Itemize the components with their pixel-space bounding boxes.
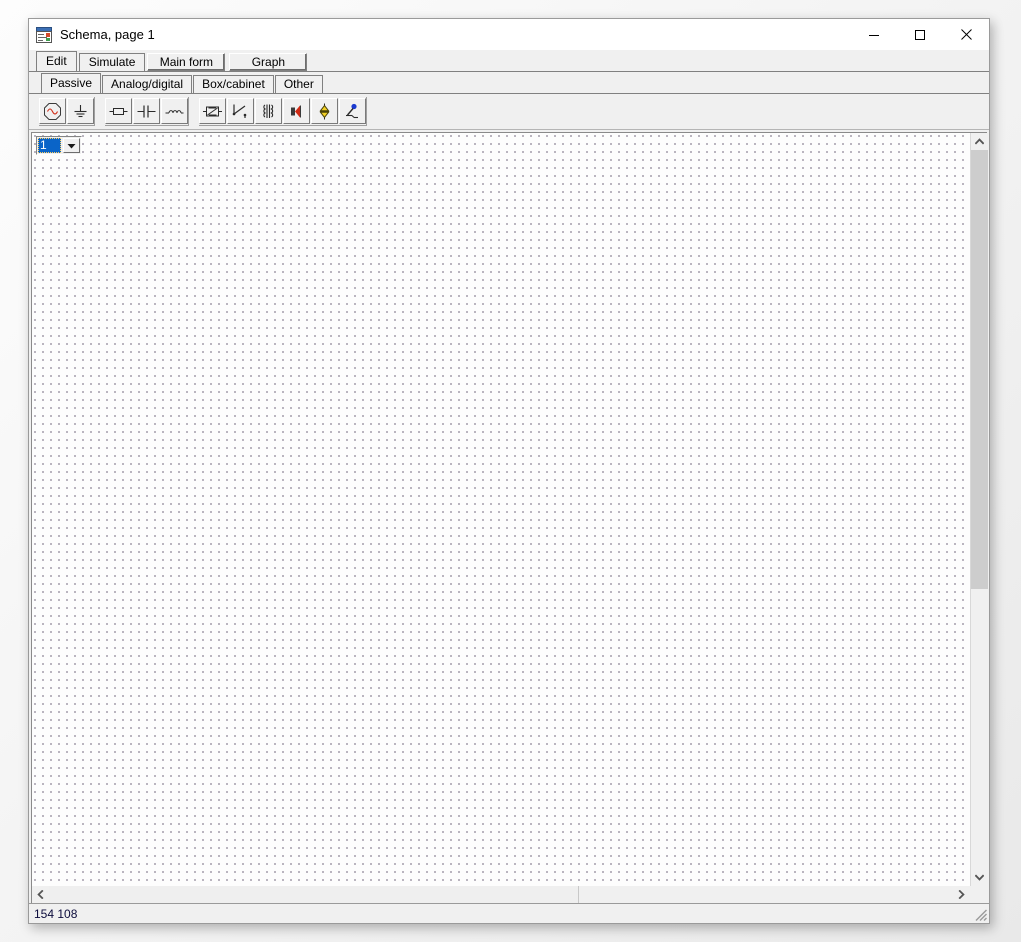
title-bar: Schema, page 1 — [29, 19, 989, 50]
tab-edit[interactable]: Edit — [36, 51, 77, 71]
canvas-wrap: 1 — [31, 132, 987, 886]
horizontal-scrollbar[interactable] — [32, 886, 970, 903]
ac-source-icon[interactable] — [39, 98, 66, 124]
vertical-scrollbar[interactable] — [970, 133, 987, 886]
close-icon[interactable] — [943, 19, 989, 50]
main-form-button-label: Main form — [160, 55, 213, 69]
chevron-left-icon[interactable] — [32, 886, 49, 903]
devices-group — [199, 97, 367, 126]
tab-box-cabinet[interactable]: Box/cabinet — [193, 75, 274, 93]
tab-simulate[interactable]: Simulate — [79, 53, 146, 71]
schematic-icon — [36, 27, 52, 43]
speaker-icon[interactable] — [283, 98, 310, 124]
horizontal-scrollbar-row — [31, 886, 987, 903]
tab-strips: Edit Simulate Main form Graph Passive — [29, 50, 989, 94]
lamp-icon[interactable] — [311, 98, 338, 124]
passive-components-group — [105, 97, 189, 126]
tab-passive[interactable]: Passive — [41, 73, 101, 93]
window-title: Schema, page 1 — [60, 19, 851, 50]
tab-analog-digital-label: Analog/digital — [111, 77, 183, 91]
tab-passive-label: Passive — [50, 76, 92, 90]
horizontal-scroll-thumb[interactable] — [49, 886, 579, 903]
schematic-canvas[interactable]: 1 — [32, 133, 970, 886]
application-window: Schema, page 1 Edit Simulate — [28, 18, 990, 924]
window-controls — [851, 19, 989, 50]
ground-icon[interactable] — [67, 98, 94, 124]
graph-button-label: Graph — [252, 55, 285, 69]
screenshot-root: Schema, page 1 Edit Simulate — [0, 0, 1021, 942]
tab-simulate-label: Simulate — [89, 55, 136, 69]
transformer-icon[interactable] — [255, 98, 282, 124]
primary-tab-separator — [29, 71, 989, 72]
vertical-scroll-thumb[interactable] — [971, 150, 988, 589]
probe-icon[interactable] — [339, 98, 366, 124]
scrollbar-corner — [970, 886, 987, 903]
tab-box-cabinet-label: Box/cabinet — [202, 77, 265, 91]
minimize-icon[interactable] — [851, 19, 897, 50]
tab-other[interactable]: Other — [275, 75, 323, 93]
chevron-down-icon[interactable] — [63, 138, 80, 153]
vertical-scroll-track[interactable] — [971, 150, 987, 869]
component-toolbar — [29, 94, 989, 130]
horizontal-scroll-track[interactable] — [49, 886, 953, 903]
sources-group — [39, 97, 95, 126]
page-select-value[interactable]: 1 — [38, 138, 61, 153]
main-form-button[interactable]: Main form — [147, 53, 225, 71]
secondary-tab-row: Passive Analog/digital Box/cabinet Other — [29, 72, 989, 93]
chevron-right-icon[interactable] — [953, 886, 970, 903]
resize-grip-icon[interactable] — [974, 908, 988, 922]
client-area: 1 — [29, 130, 989, 903]
cursor-coordinates: 154 108 — [29, 905, 77, 923]
chevron-down-icon[interactable] — [971, 869, 987, 886]
graph-button[interactable]: Graph — [229, 53, 307, 71]
impedance-box-icon[interactable] — [199, 98, 226, 124]
tab-edit-label: Edit — [46, 54, 67, 68]
page-select-combo[interactable]: 1 — [36, 136, 82, 155]
status-bar: 154 108 — [29, 903, 989, 923]
tab-other-label: Other — [284, 77, 314, 91]
capacitor-icon[interactable] — [133, 98, 160, 124]
primary-tab-row: Edit Simulate Main form Graph — [29, 50, 989, 71]
tab-analog-digital[interactable]: Analog/digital — [102, 75, 192, 93]
switch-icon[interactable] — [227, 98, 254, 124]
maximize-icon[interactable] — [897, 19, 943, 50]
resistor-icon[interactable] — [105, 98, 132, 124]
inductor-icon[interactable] — [161, 98, 188, 124]
chevron-up-icon[interactable] — [971, 133, 987, 150]
